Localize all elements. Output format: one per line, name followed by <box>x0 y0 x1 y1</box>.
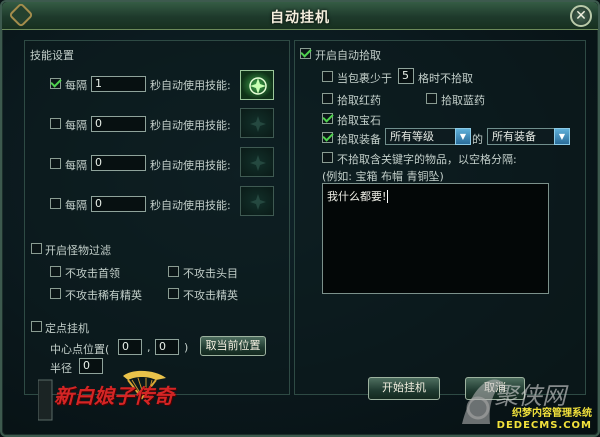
skill-1-slot[interactable] <box>240 70 274 100</box>
pickup-red-potion-label: 拾取红药 <box>337 94 381 107</box>
keyword-text: 我什么都要! <box>327 190 387 203</box>
no-attack-boss-label: 不攻击首领 <box>65 267 120 280</box>
skill-2-every-label: 每隔 <box>65 119 87 132</box>
no-attack-elite-checkbox[interactable] <box>168 288 179 299</box>
pickup-red-potion-checkbox[interactable] <box>322 93 333 104</box>
no-attack-rare-elite-label: 不攻击稀有精英 <box>65 289 142 302</box>
skill-2-suffix-label: 秒自动使用技能: <box>150 119 231 132</box>
start-hang-button[interactable]: 开始挂机 <box>368 377 440 400</box>
of-label: 的 <box>472 133 483 146</box>
pickup-equipment-checkbox[interactable] <box>322 132 333 143</box>
equipment-level-select[interactable]: 所有等级 ▼ <box>385 128 471 145</box>
monster-filter-checkbox[interactable] <box>31 243 42 254</box>
pickup-gems-label: 拾取宝石 <box>337 114 381 127</box>
fixed-point-header: 定点挂机 <box>45 322 89 335</box>
bag-limit-checkbox[interactable] <box>322 71 333 82</box>
auto-pickup-header: 开启自动拾取 <box>315 49 381 62</box>
skill-1-checkbox[interactable] <box>50 78 61 89</box>
center-position-label: 中心点位置( <box>50 343 110 356</box>
keyword-filter-checkbox[interactable] <box>322 152 333 163</box>
skill-4-slot[interactable] <box>240 186 274 216</box>
center-close-paren: ) <box>184 341 189 354</box>
skill-3-suffix-label: 秒自动使用技能: <box>150 159 231 172</box>
watermark-line-1: 织梦内容管理系统 <box>512 408 592 419</box>
auto-hang-window: 自动挂机 ✕ 技能设置 每隔 1 秒自动使用技能: 每隔 0 秒自动使用技能: … <box>0 0 600 437</box>
pickup-blue-potion-checkbox[interactable] <box>426 93 437 104</box>
skill-4-suffix-label: 秒自动使用技能: <box>150 199 231 212</box>
get-current-position-button[interactable]: 取当前位置 <box>200 336 266 356</box>
skill-2-interval-input[interactable]: 0 <box>91 116 146 132</box>
no-attack-leader-label: 不攻击头目 <box>183 267 238 280</box>
skill-4-every-label: 每隔 <box>65 199 87 212</box>
close-icon[interactable]: ✕ <box>570 5 592 27</box>
keyword-filter-label: 不拾取含关键字的物品，以空格分隔: <box>337 153 517 166</box>
keyword-example-label: (例如: 宝箱 布帽 青铜坠) <box>322 170 444 183</box>
pickup-blue-potion-label: 拾取蓝药 <box>441 94 485 107</box>
skill-glyph-icon <box>250 116 266 132</box>
skills-header: 技能设置 <box>30 49 74 62</box>
bag-limit-prefix: 当包裹少于 <box>337 72 392 85</box>
skill-1-suffix-label: 秒自动使用技能: <box>150 79 231 92</box>
skill-4-interval-input[interactable]: 0 <box>91 196 146 212</box>
skill-3-checkbox[interactable] <box>50 158 61 169</box>
center-comma: , <box>147 341 151 354</box>
keyword-textarea[interactable]: 我什么都要! <box>322 183 549 294</box>
game-logo-text: 新白娘子传奇 <box>54 384 174 408</box>
chevron-down-icon[interactable]: ▼ <box>455 128 471 145</box>
skill-glyph-icon <box>250 194 266 210</box>
pickup-gems-checkbox[interactable] <box>322 113 333 124</box>
window-title: 自动挂机 <box>270 10 330 26</box>
skill-2-slot[interactable] <box>240 108 274 138</box>
title-bar[interactable]: 自动挂机 ✕ <box>2 2 598 30</box>
skill-1-interval-input[interactable]: 1 <box>91 76 146 92</box>
skill-4-checkbox[interactable] <box>50 198 61 209</box>
equipment-type-value: 所有装备 <box>492 130 536 143</box>
skill-3-interval-input[interactable]: 0 <box>91 155 146 171</box>
skill-glyph-icon <box>250 155 266 171</box>
skill-glyph-icon <box>249 77 267 95</box>
no-attack-elite-label: 不攻击精英 <box>183 289 238 302</box>
text-cursor <box>387 190 392 203</box>
center-y-input[interactable]: 0 <box>155 339 179 355</box>
skill-2-checkbox[interactable] <box>50 118 61 129</box>
center-x-input[interactable]: 0 <box>118 339 142 355</box>
no-attack-boss-checkbox[interactable] <box>50 266 61 277</box>
auto-pickup-checkbox[interactable] <box>300 48 311 59</box>
skill-3-every-label: 每隔 <box>65 159 87 172</box>
equipment-type-select[interactable]: 所有装备 ▼ <box>487 128 570 145</box>
watermark-line-2: DEDECMS.COM <box>496 420 592 431</box>
bag-limit-suffix: 格时不拾取 <box>418 72 473 85</box>
monster-filter-header: 开启怪物过滤 <box>45 244 111 257</box>
bag-limit-input[interactable]: 5 <box>398 68 414 84</box>
chevron-down-icon[interactable]: ▼ <box>554 128 570 145</box>
no-attack-rare-elite-checkbox[interactable] <box>50 288 61 299</box>
equipment-level-value: 所有等级 <box>390 130 434 143</box>
fixed-point-checkbox[interactable] <box>31 321 42 332</box>
skill-3-slot[interactable] <box>240 147 274 177</box>
skill-1-every-label: 每隔 <box>65 79 87 92</box>
pickup-equipment-label: 拾取装备 <box>337 133 381 146</box>
no-attack-leader-checkbox[interactable] <box>168 266 179 277</box>
